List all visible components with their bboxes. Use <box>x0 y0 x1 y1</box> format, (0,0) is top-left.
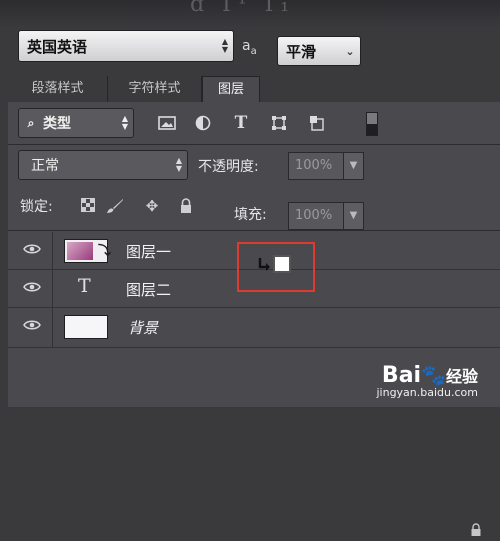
antialias-aa-icon: aa <box>242 38 257 57</box>
layers-panel: ⌕ 类型 ▲ ▼ T 正常 ▲ ▼ 不透明度: 100% ▼ 锁定: ✥ 填充:… <box>8 102 500 536</box>
panel-tabs: 段落样式 字符样式 图层 <box>8 76 500 103</box>
type-filter-icon[interactable]: T <box>232 115 250 132</box>
image-icon[interactable] <box>158 115 176 131</box>
clipping-arrow-icon <box>257 257 271 279</box>
layer-filter-row: ⌕ 类型 ▲ ▼ T <box>8 102 500 144</box>
text-layer-icon: T <box>78 275 91 297</box>
filter-type-select[interactable]: ⌕ 类型 ▲ ▼ <box>18 108 134 138</box>
filter-type-value: 类型 <box>43 116 71 132</box>
updown-arrows-icon: ▲ ▼ <box>221 37 229 54</box>
background-thumbnail <box>64 315 108 339</box>
opacity-input[interactable]: 100% <box>288 152 344 180</box>
fill-input[interactable]: 100% <box>288 202 344 230</box>
mask-thumbnail <box>273 255 291 273</box>
font-language-value: 英国英语 <box>27 37 88 56</box>
tab-paragraph-styles[interactable]: 段落样式 <box>8 76 108 102</box>
blend-mode-select[interactable]: 正常 ▲ ▼ <box>18 150 188 180</box>
lock-label: 锁定: <box>20 199 53 215</box>
layer-name[interactable]: 图层二 <box>126 279 171 300</box>
eye-column-divider <box>52 270 53 307</box>
font-language-select[interactable]: 英国英语 ▲ ▼ <box>18 30 234 62</box>
top-strip: ɑ T¹ T₁ <box>0 0 500 26</box>
antialias-select[interactable]: 平滑 ⌄ <box>277 36 361 66</box>
smart-object-icon[interactable] <box>308 115 326 131</box>
eye-column-divider <box>52 308 53 347</box>
move-icon[interactable]: ✥ <box>144 198 160 214</box>
antialias-value: 平滑 <box>286 42 317 61</box>
paw-icon: 🐾 <box>421 363 446 387</box>
layer-row[interactable]: 背景 <box>8 308 500 536</box>
brush-icon[interactable] <box>106 198 123 214</box>
lock-icon <box>470 523 482 541</box>
opacity-dropdown-icon[interactable]: ▼ <box>344 152 364 180</box>
watermark-url: jingyan.baidu.com <box>376 386 478 399</box>
lock-all-icon[interactable] <box>178 198 194 214</box>
chevron-down-icon: ⌄ <box>345 44 355 58</box>
eye-icon[interactable] <box>22 243 42 257</box>
adjustment-icon[interactable] <box>194 115 212 131</box>
updown-arrows-icon: ▲ ▼ <box>175 156 183 173</box>
watermark: Bai🐾经验 jingyan.baidu.com <box>376 363 478 399</box>
divider <box>8 230 500 231</box>
lock-pixels-grid-icon[interactable] <box>80 198 96 214</box>
eye-icon[interactable] <box>22 281 42 295</box>
divider <box>8 144 500 145</box>
search-icon: ⌕ <box>27 115 35 130</box>
eye-icon[interactable] <box>22 319 42 333</box>
smart-link-icon: ⤵ <box>98 244 112 259</box>
updown-arrows-icon: ▲ ▼ <box>121 114 129 131</box>
watermark-brand: Bai🐾经验 <box>381 363 478 388</box>
eye-column-divider <box>52 232 53 269</box>
blend-mode-value: 正常 <box>31 158 59 174</box>
thumbnail-image <box>67 242 93 260</box>
tab-layers[interactable]: 图层 <box>202 76 260 102</box>
opacity-label: 不透明度: <box>198 159 259 175</box>
layer-name[interactable]: 图层一 <box>126 241 171 262</box>
fill-dropdown-icon[interactable]: ▼ <box>344 202 364 230</box>
tab-character-styles[interactable]: 字符样式 <box>108 76 202 102</box>
shape-filter-icon[interactable] <box>270 115 288 131</box>
layer-name[interactable]: 背景 <box>128 317 158 338</box>
faint-superscript-text: ɑ T¹ T₁ <box>190 0 294 17</box>
fill-label: 填充: <box>234 207 267 223</box>
filter-toggle-switch[interactable] <box>366 112 378 136</box>
